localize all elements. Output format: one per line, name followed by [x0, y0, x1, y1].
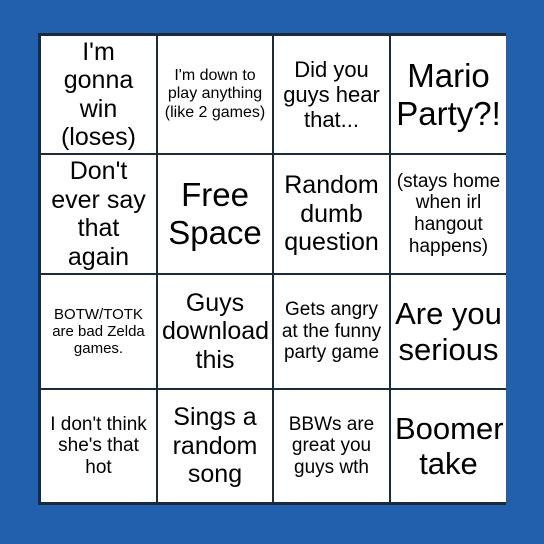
- bingo-cell-r3c2[interactable]: Guys download this: [158, 275, 274, 390]
- bingo-cell-r3c4[interactable]: Are you serious: [391, 275, 506, 390]
- bingo-cell-label: Gets angry at the funny party game: [281, 299, 382, 364]
- bingo-cell-r4c4[interactable]: Boomer take: [391, 390, 506, 502]
- bingo-cell-r4c3[interactable]: BBWs are great you guys wth: [274, 390, 391, 502]
- bingo-cell-label: BOTW/TOTK are bad Zelda games.: [52, 305, 145, 358]
- bingo-cell-label: (stays home when irl hangout happens): [396, 170, 501, 257]
- bingo-cell-label: Sings a random song: [172, 403, 258, 489]
- bingo-cell-r1c4[interactable]: Mario Party?!: [391, 36, 506, 155]
- bingo-cell-label: Mario Party?!: [396, 56, 501, 132]
- bingo-cell-r1c3[interactable]: Did you guys hear that...: [274, 36, 391, 155]
- bingo-card: I'm gonna win (loses) I'm down to play an…: [38, 33, 506, 505]
- bingo-cell-label: Guys download this: [162, 288, 270, 374]
- bingo-cell-label: BBWs are great you guys wth: [288, 413, 375, 478]
- bingo-cell-label: Did you guys hear that...: [283, 56, 380, 133]
- bingo-cell-label: I'm down to play anything (like 2 games): [164, 67, 266, 121]
- bingo-cell-r1c2[interactable]: I'm down to play anything (like 2 games): [158, 36, 274, 155]
- bingo-cell-label: Random dumb question: [284, 171, 379, 257]
- bingo-cell-r3c3[interactable]: Gets angry at the funny party game: [274, 275, 391, 390]
- bingo-cell-r1c1[interactable]: I'm gonna win (loses): [41, 36, 158, 155]
- bingo-cell-r2c4[interactable]: (stays home when irl hangout happens): [391, 155, 506, 275]
- bingo-cell-r2c1[interactable]: Don't ever say that again: [41, 155, 158, 275]
- bingo-cell-r2c3[interactable]: Random dumb question: [274, 155, 391, 275]
- bingo-cell-label: Are you serious: [395, 296, 502, 367]
- bingo-cell-label: Free Space: [168, 176, 262, 251]
- bingo-cell-r3c1[interactable]: BOTW/TOTK are bad Zelda games.: [41, 275, 158, 390]
- bingo-cell-r4c1[interactable]: I don't think she's that hot: [41, 390, 158, 502]
- bingo-cell-r4c2[interactable]: Sings a random song: [158, 390, 274, 502]
- bingo-cell-label: Boomer take: [395, 410, 504, 481]
- bingo-cell-label: Don't ever say that again: [51, 157, 146, 271]
- bingo-cell-r2c2[interactable]: Free Space: [158, 155, 274, 275]
- bingo-cell-label: I'm gonna win (loses): [60, 37, 136, 152]
- bingo-cell-label: I don't think she's that hot: [50, 413, 147, 478]
